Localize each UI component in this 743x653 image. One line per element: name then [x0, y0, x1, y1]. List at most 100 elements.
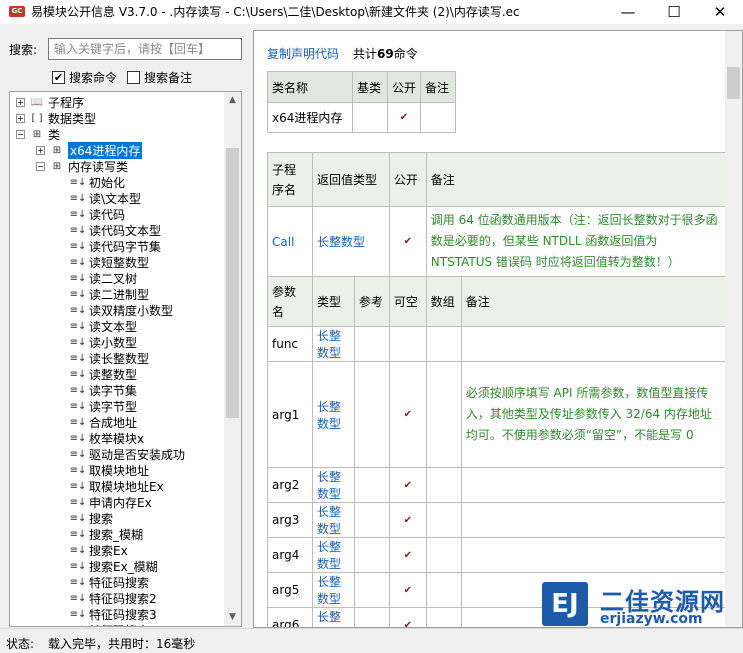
tree-item-label: 取模块地址Ex	[89, 479, 164, 494]
param-row: arg2 长整数型 ✔	[267, 467, 728, 503]
tree-item-method[interactable]: ≡↓ 读小数型	[70, 334, 137, 350]
expander-icon[interactable]: −	[36, 161, 45, 171]
tree-item-method[interactable]: ≡↓ 搜索	[70, 510, 113, 526]
method-icon: ≡↓	[69, 192, 87, 204]
tree-item-class[interactable]: + ⊞ x64进程内存	[36, 141, 143, 159]
return-type-header: 返回值类型	[311, 152, 390, 207]
scroll-thumb[interactable]	[727, 67, 740, 99]
module-tree[interactable]: + 📖 子程序 + [ ] 数据类型 − ⊞ 类 + ⊞ x64进程内存 − ⊞…	[9, 91, 242, 627]
tree-item-root[interactable]: − ⊞ 类	[16, 126, 60, 142]
minimize-button[interactable]: —	[605, 0, 651, 24]
tree-item-method[interactable]: ≡↓ 读文本型	[70, 318, 137, 334]
status-bar: 状态: 载入完毕，共用时：16毫秒	[0, 628, 743, 653]
param-type-link[interactable]: 长整数型	[311, 537, 355, 573]
public-check-icon: ✔	[387, 102, 421, 133]
status-text: 载入完毕，共用时：16毫秒	[48, 637, 196, 651]
tree-item-method[interactable]: ≡↓ 读整数型	[70, 366, 137, 382]
tree-item-class[interactable]: − ⊞ 内存读写类	[36, 158, 128, 174]
method-icon: ≡↓	[69, 608, 87, 620]
command-count: 69	[377, 47, 394, 61]
expander-icon[interactable]: −	[16, 129, 25, 139]
tree-item-method[interactable]: ≡↓ 搜索Ex	[70, 542, 128, 558]
expander-icon[interactable]: +	[16, 113, 25, 123]
tree-item-method[interactable]: ≡↓ 取模块地址	[70, 462, 149, 478]
tree-item-method[interactable]: ≡↓ 读代码文本型	[70, 222, 161, 238]
tree-item-method[interactable]: ≡↓ 特征码搜索3	[70, 606, 157, 622]
param-nullable-header: 可空	[388, 276, 427, 327]
param-type-link[interactable]: 长整数型	[311, 467, 355, 503]
scroll-thumb[interactable]	[226, 148, 239, 418]
tree-item-method[interactable]: ≡↓ 申请内存Ex	[70, 494, 152, 510]
return-type-link[interactable]: 长整数型	[311, 206, 390, 277]
param-type-link[interactable]: 长整数型	[311, 326, 355, 362]
param-array-cell	[425, 361, 462, 468]
tree-item-label: 读字节集	[89, 383, 138, 398]
tree-item-label: 枚举模块x	[89, 431, 145, 446]
param-row: func 长整数型	[267, 326, 728, 362]
tree-item-method[interactable]: ≡↓ 读字节型	[70, 398, 137, 414]
search-input[interactable]	[48, 38, 242, 60]
tree-item-method[interactable]: ≡↓ 驱动是否安装成功	[70, 446, 185, 462]
tree-item-label: x64进程内存	[68, 141, 143, 159]
scroll-down-icon[interactable]: ▼	[224, 609, 241, 626]
tree-item-root[interactable]: + 📖 子程序	[16, 94, 84, 110]
method-icon: ≡↓	[69, 400, 87, 412]
tree-item-method[interactable]: ≡↓ 搜索Ex_模糊	[70, 558, 158, 574]
tree-item-label: 读文本型	[89, 319, 138, 334]
tree-item-method[interactable]: ≡↓ 特征码搜索	[70, 574, 149, 590]
search-command-checkbox[interactable]: ✔ 搜索命令	[52, 69, 117, 86]
method-icon: ≡↓	[69, 432, 87, 444]
tree-item-method[interactable]: ≡↓ 初始化	[70, 174, 125, 190]
expander-icon[interactable]: +	[36, 145, 45, 155]
bracket-icon: [ ]	[31, 112, 43, 124]
base-class-cell	[352, 102, 388, 133]
tree-item-method[interactable]: ≡↓ 搜索_模糊	[70, 526, 143, 542]
copy-declaration-link[interactable]: 复制声明代码	[267, 45, 339, 62]
tree-item-method[interactable]: ≡↓ 读二进制型	[70, 286, 149, 302]
method-icon: ≡↓	[69, 256, 87, 268]
left-panel: 搜索: ✔ 搜索命令 搜索备注 + 📖 子程序 + [ ] 数据类型 − ⊞ 类…	[0, 24, 246, 628]
tree-item-method[interactable]: ≡↓ 读长整数型	[70, 350, 149, 366]
nullable-check-icon	[388, 326, 427, 362]
method-icon: ≡↓	[69, 352, 87, 364]
close-button[interactable]: ✕	[697, 0, 743, 24]
scroll-up-icon[interactable]: ▲	[224, 92, 241, 109]
param-ref-cell	[353, 467, 390, 503]
param-type-link[interactable]: 长整数型	[311, 572, 355, 608]
search-note-checkbox[interactable]: 搜索备注	[127, 69, 192, 86]
tree-item-method[interactable]: ≡↓ 特征码搜索Ex	[70, 622, 164, 627]
expander-icon[interactable]: +	[16, 97, 25, 107]
tree-item-method[interactable]: ≡↓ 枚举模块x	[70, 430, 144, 446]
param-type-link[interactable]: 长整数型	[311, 502, 355, 538]
tree-item-label: 读代码字节集	[89, 239, 162, 254]
tree-item-label: 子程序	[48, 95, 85, 110]
tree-scrollbar[interactable]: ▲ ▼	[224, 92, 241, 626]
tree-item-method[interactable]: ≡↓ 取模块地址Ex	[70, 478, 164, 494]
tree-item-method[interactable]: ≡↓ 读二叉树	[70, 270, 137, 286]
tree-item-method[interactable]: ≡↓ 读双精度小数型	[70, 302, 173, 318]
tree-item-method[interactable]: ≡↓ 读短整数型	[70, 254, 149, 270]
nullable-check-icon: ✔	[388, 537, 427, 573]
param-name-cell: arg3	[267, 502, 313, 538]
param-type-link[interactable]: 长整数型	[311, 607, 355, 627]
tree-item-label: 读二叉树	[89, 271, 138, 286]
detail-scrollbar[interactable]	[725, 31, 742, 627]
panel-splitter[interactable]	[246, 24, 253, 628]
tree-item-method[interactable]: ≡↓ 读\文本型	[70, 190, 141, 206]
tree-item-method[interactable]: ≡↓ 读代码字节集	[70, 238, 161, 254]
class-table: 类名称 基类 公开 备注 x64进程内存 ✔	[267, 71, 456, 133]
tree-item-method[interactable]: ≡↓ 特征码搜索2	[70, 590, 157, 606]
param-note-header: 备注	[460, 276, 728, 327]
param-type-link[interactable]: 长整数型	[311, 361, 355, 468]
param-array-cell	[425, 572, 462, 608]
tree-item-method[interactable]: ≡↓ 合成地址	[70, 414, 137, 430]
search-command-label: 搜索命令	[69, 71, 118, 85]
tree-item-method[interactable]: ≡↓ 读代码	[70, 206, 125, 222]
tree-item-method[interactable]: ≡↓ 读字节集	[70, 382, 137, 398]
param-note-cell	[460, 502, 728, 538]
tree-item-label: 读整数型	[89, 367, 138, 382]
tree-item-label: 读小数型	[89, 335, 138, 350]
tree-item-root[interactable]: + [ ] 数据类型	[16, 110, 96, 126]
maximize-button[interactable]: ☐	[651, 0, 697, 24]
param-ref-cell	[353, 537, 390, 573]
